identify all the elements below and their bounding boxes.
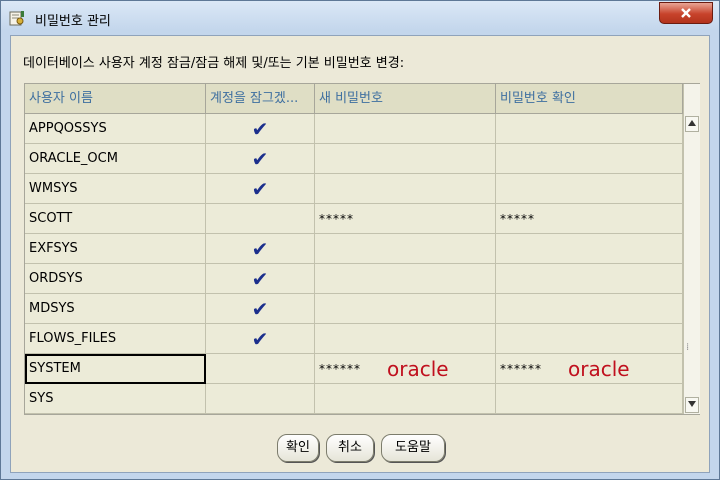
help-button[interactable]: 도움말 [381,434,445,462]
ok-button[interactable]: 확인 [277,434,319,462]
checkmark-icon: ✔ [251,327,269,351]
checkmark-icon: ✔ [251,117,269,141]
password-annotation: oracle [568,357,630,381]
masked-password: ***** [319,212,354,226]
username-cell[interactable]: ORACLE_OCM [25,144,206,174]
confirm-password-cell[interactable] [496,114,683,144]
column-header-username[interactable]: 사용자 이름 [25,84,206,114]
scroll-up-arrow-icon [688,120,696,126]
column-header-confirm-password[interactable]: 비밀번호 확인 [496,84,683,114]
username-cell[interactable]: APPQOSSYS [25,114,206,144]
confirm-password-cell[interactable] [496,384,683,414]
new-password-cell[interactable] [315,114,496,144]
table-row[interactable]: WMSYS ✔ [25,174,683,204]
new-password-cell[interactable] [315,234,496,264]
confirm-password-cell[interactable] [496,324,683,354]
username-cell[interactable]: FLOWS_FILES [25,324,206,354]
lock-checkbox-cell[interactable] [206,354,315,384]
username-cell[interactable]: ORDSYS [25,264,206,294]
username-cell[interactable]: SYS [25,384,206,414]
dialog-content: 데이터베이스 사용자 계정 잠금/잠금 해제 및/또는 기본 비밀번호 변경: … [10,35,710,473]
title-bar[interactable]: 비밀번호 관리 [1,1,719,35]
lock-checkbox-cell[interactable]: ✔ [206,174,315,204]
scroll-down-button[interactable] [685,397,699,413]
confirm-password-cell[interactable] [496,234,683,264]
table-row[interactable]: APPQOSSYS ✔ [25,114,683,144]
checkmark-icon: ✔ [251,147,269,171]
vertical-scrollbar[interactable]: ⁞ [683,84,700,414]
new-password-cell[interactable]: ****** oracle [315,354,496,384]
masked-password: ***** [500,212,535,226]
window-title: 비밀번호 관리 [35,14,111,29]
lock-checkbox-cell[interactable]: ✔ [206,234,315,264]
table-row[interactable]: FLOWS_FILES ✔ [25,324,683,354]
lock-checkbox-cell[interactable]: ✔ [206,294,315,324]
lock-checkbox-cell[interactable]: ✔ [206,144,315,174]
close-button[interactable] [659,2,713,24]
column-header-new-password[interactable]: 새 비밀번호 [315,84,496,114]
table-row[interactable]: ORDSYS ✔ [25,264,683,294]
table-row[interactable]: EXFSYS ✔ [25,234,683,264]
masked-password: ****** [319,362,361,376]
username-cell[interactable]: MDSYS [25,294,206,324]
checkmark-icon: ✔ [251,237,269,261]
confirm-password-cell[interactable] [496,174,683,204]
confirm-password-cell[interactable] [496,294,683,324]
checkmark-icon: ✔ [251,297,269,321]
table-row[interactable]: ORACLE_OCM ✔ [25,144,683,174]
new-password-cell[interactable] [315,294,496,324]
resize-grip-icon: ⁞ [686,342,690,353]
new-password-cell[interactable] [315,324,496,354]
table-row[interactable]: MDSYS ✔ [25,294,683,324]
column-header-lock-account[interactable]: 계정을 잠그겠... [206,84,315,114]
confirm-password-cell[interactable] [496,144,683,174]
username-cell[interactable]: SYSTEM [25,354,206,384]
new-password-cell[interactable] [315,174,496,204]
table-row-selected[interactable]: SYSTEM ****** oracle ****** oracle [25,354,683,384]
table-row[interactable]: SYS [25,384,683,414]
key-app-icon [9,11,24,26]
new-password-cell[interactable]: ***** [315,204,496,234]
new-password-cell[interactable] [315,144,496,174]
password-management-window: 비밀번호 관리 데이터베이스 사용자 계정 잠금/잠금 해제 및/또는 기본 비… [0,0,720,480]
lock-checkbox-cell[interactable]: ✔ [206,264,315,294]
lock-checkbox-cell[interactable]: ✔ [206,324,315,354]
lock-checkbox-cell[interactable] [206,384,315,414]
username-cell[interactable]: SCOTT [25,204,206,234]
scroll-track[interactable] [684,133,700,345]
scroll-up-button[interactable] [685,116,699,132]
table-row[interactable]: SCOTT ***** ***** [25,204,683,234]
checkmark-icon: ✔ [251,177,269,201]
masked-password: ****** [500,362,542,376]
dialog-button-bar: 확인 취소 도움말 [11,434,709,464]
close-icon [681,8,691,18]
password-annotation: oracle [387,357,449,381]
cancel-button[interactable]: 취소 [326,434,374,462]
new-password-cell[interactable] [315,264,496,294]
checkmark-icon: ✔ [251,267,269,291]
username-cell[interactable]: WMSYS [25,174,206,204]
username-cell[interactable]: EXFSYS [25,234,206,264]
scroll-down-arrow-icon [688,401,696,407]
instruction-text: 데이터베이스 사용자 계정 잠금/잠금 해제 및/또는 기본 비밀번호 변경: [23,56,405,71]
confirm-password-cell[interactable]: ****** oracle [496,354,683,384]
user-password-table: 사용자 이름 계정을 잠그겠... 새 비밀번호 비밀번호 확인 APPQOSS… [24,83,700,415]
lock-checkbox-cell[interactable] [206,204,315,234]
table-header: 사용자 이름 계정을 잠그겠... 새 비밀번호 비밀번호 확인 [25,84,683,114]
new-password-cell[interactable] [315,384,496,414]
confirm-password-cell[interactable]: ***** [496,204,683,234]
confirm-password-cell[interactable] [496,264,683,294]
lock-checkbox-cell[interactable]: ✔ [206,114,315,144]
